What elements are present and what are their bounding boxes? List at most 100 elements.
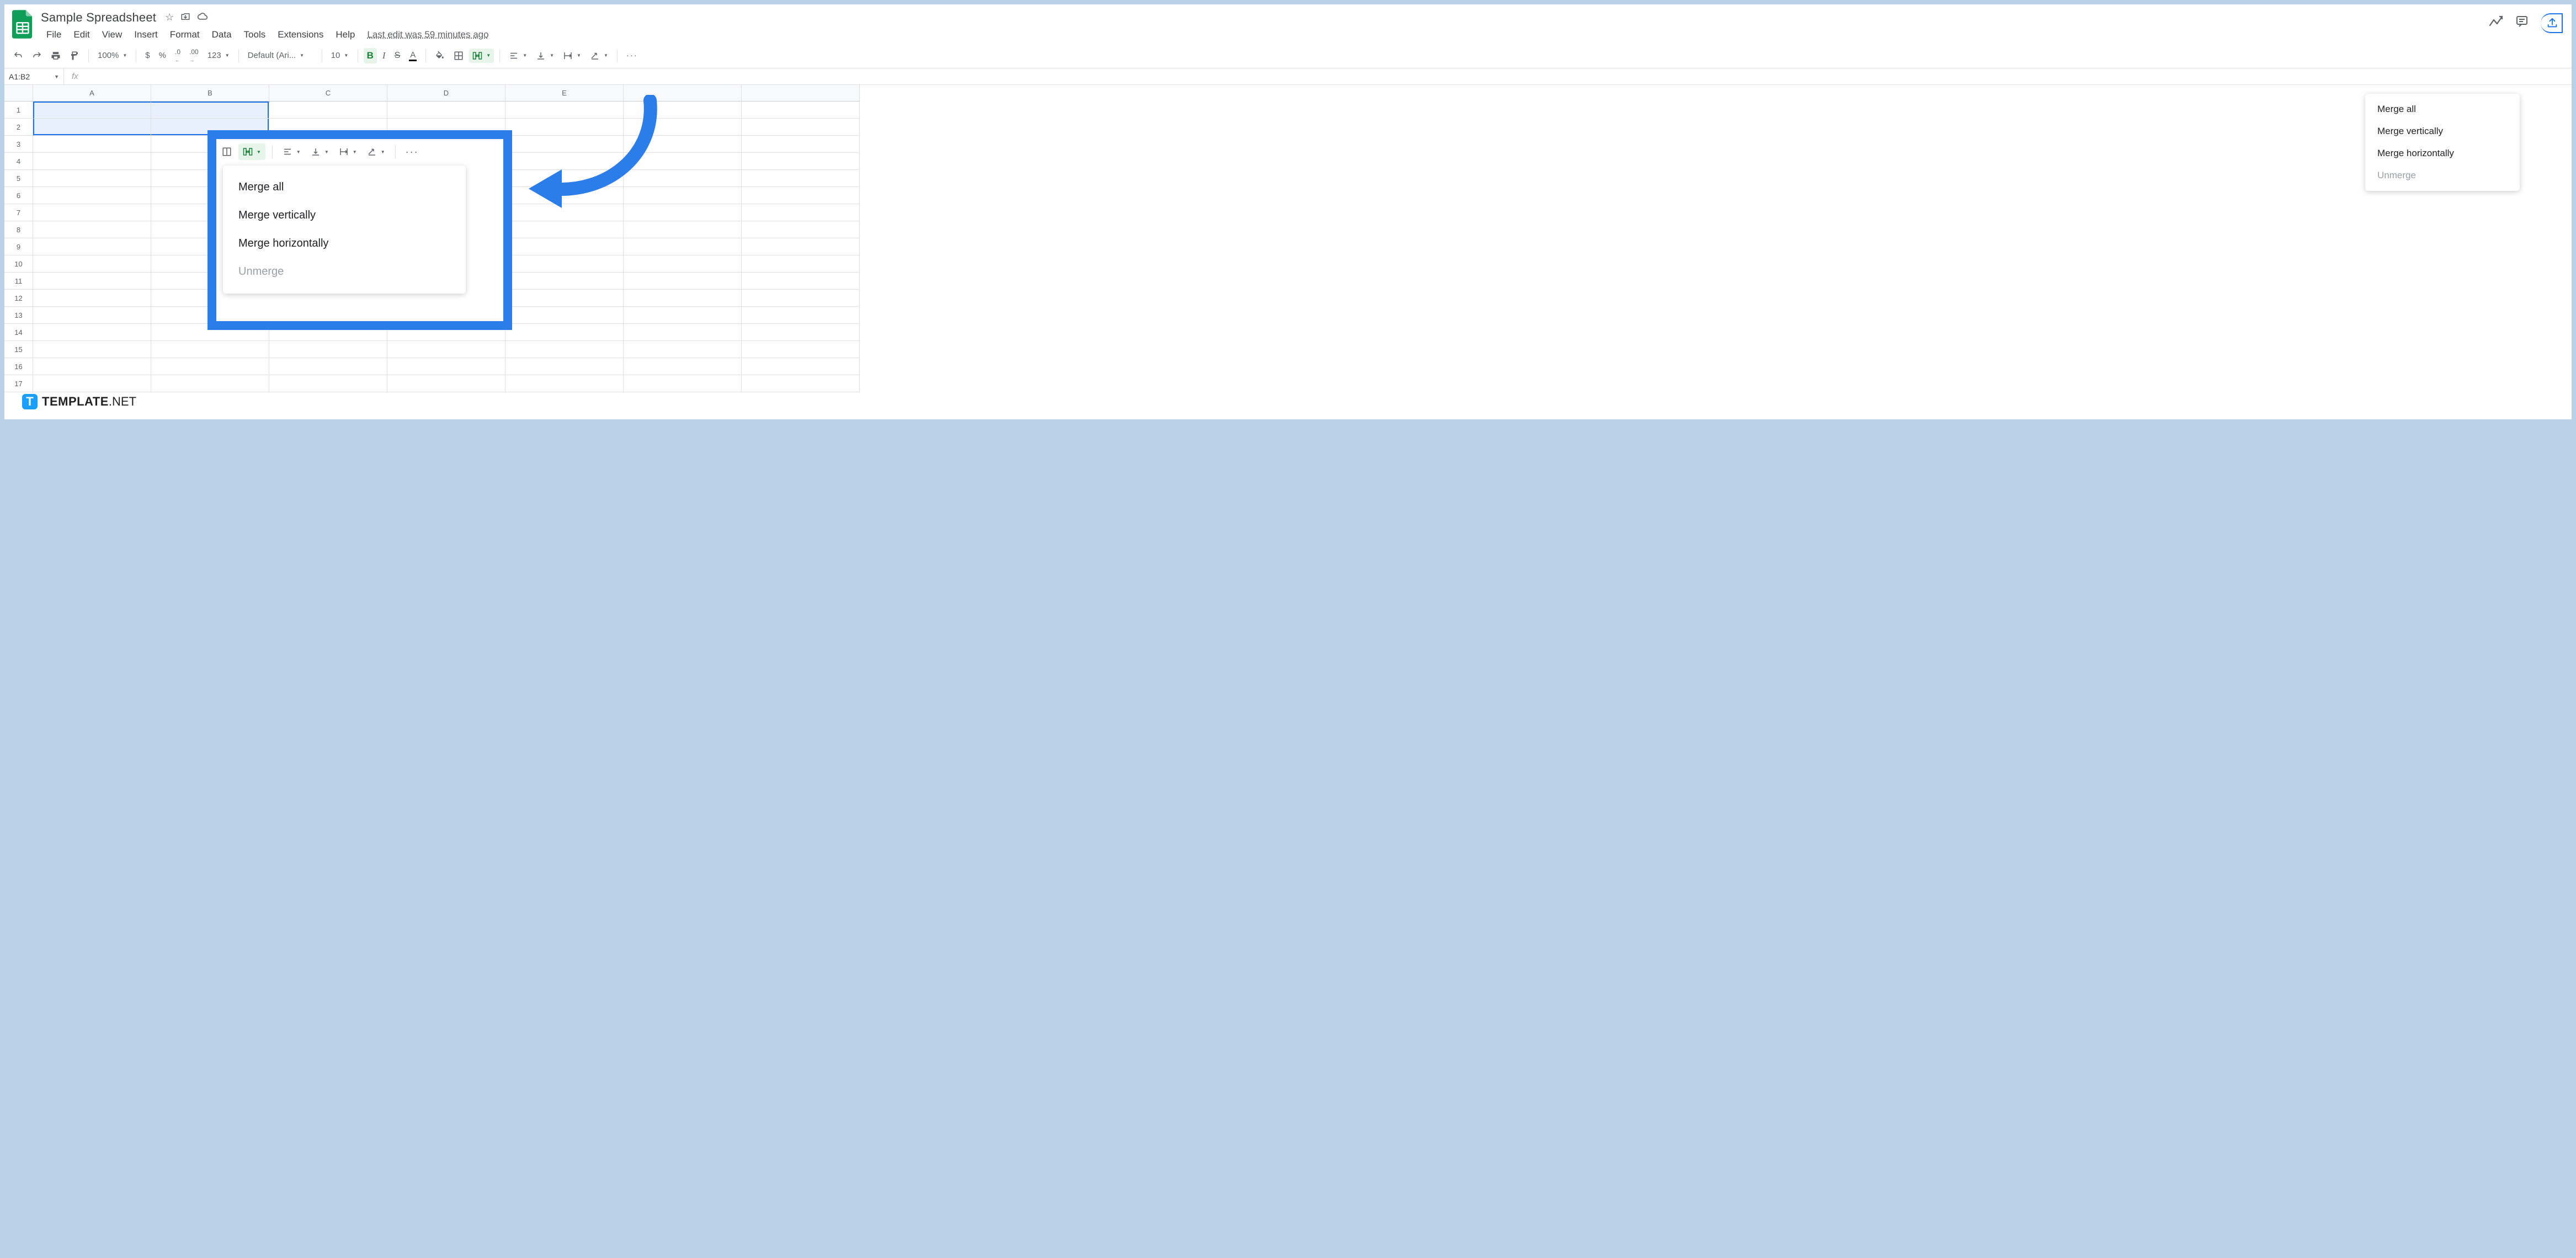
star-icon[interactable]: ☆: [165, 12, 174, 24]
row-header[interactable]: 2: [4, 119, 33, 136]
menu-edit[interactable]: Edit: [68, 27, 95, 42]
merge-horizontally-item[interactable]: Merge horizontally: [2365, 142, 2520, 164]
cell[interactable]: [624, 290, 742, 307]
text-rotation-dropdown[interactable]: [587, 49, 611, 63]
row-header[interactable]: 10: [4, 255, 33, 273]
cell[interactable]: [269, 358, 387, 375]
menu-view[interactable]: View: [97, 27, 128, 42]
cell[interactable]: [387, 375, 505, 392]
cell[interactable]: [33, 375, 151, 392]
percent-button[interactable]: %: [156, 49, 169, 62]
move-icon[interactable]: [180, 12, 190, 24]
cell[interactable]: [742, 170, 860, 187]
row-header[interactable]: 12: [4, 290, 33, 307]
column-header[interactable]: [742, 85, 860, 102]
cell[interactable]: [624, 273, 742, 290]
decrease-decimal-button[interactable]: .0←: [172, 46, 184, 66]
cell[interactable]: [505, 238, 624, 255]
cell[interactable]: [387, 341, 505, 358]
select-all-corner[interactable]: [4, 85, 33, 102]
cell[interactable]: [505, 307, 624, 324]
row-header[interactable]: 8: [4, 221, 33, 238]
text-wrap-dropdown[interactable]: [560, 49, 584, 63]
increase-decimal-button[interactable]: .00→: [186, 46, 202, 66]
row-header[interactable]: 9: [4, 238, 33, 255]
column-header[interactable]: C: [269, 85, 387, 102]
row-header[interactable]: 4: [4, 153, 33, 170]
cell[interactable]: [505, 221, 624, 238]
italic-button[interactable]: I: [379, 48, 389, 63]
cell[interactable]: [624, 341, 742, 358]
row-header[interactable]: 15: [4, 341, 33, 358]
cell[interactable]: [151, 358, 269, 375]
cell[interactable]: [33, 187, 151, 204]
cell[interactable]: [151, 375, 269, 392]
cell[interactable]: [151, 341, 269, 358]
row-header[interactable]: 11: [4, 273, 33, 290]
cell[interactable]: [33, 170, 151, 187]
merge-cells-dropdown[interactable]: [469, 49, 494, 63]
cell[interactable]: [742, 136, 860, 153]
cell[interactable]: [387, 358, 505, 375]
row-header[interactable]: 14: [4, 324, 33, 341]
cell[interactable]: [33, 341, 151, 358]
font-dropdown[interactable]: Default (Ari...: [244, 49, 316, 62]
cell[interactable]: [33, 307, 151, 324]
cell[interactable]: [269, 375, 387, 392]
document-title[interactable]: Sample Spreadsheet: [41, 10, 156, 25]
row-header[interactable]: 6: [4, 187, 33, 204]
cell[interactable]: [624, 255, 742, 273]
more-toolbar-button[interactable]: ···: [623, 49, 641, 62]
bold-button[interactable]: B: [364, 48, 377, 63]
cloud-status-icon[interactable]: [197, 12, 208, 24]
merge-vertically-item[interactable]: Merge vertically: [2365, 120, 2520, 142]
menu-tools[interactable]: Tools: [238, 27, 272, 42]
cell[interactable]: [505, 375, 624, 392]
paint-format-button[interactable]: [66, 49, 83, 63]
cell[interactable]: [505, 358, 624, 375]
cell[interactable]: [624, 358, 742, 375]
horizontal-align-dropdown[interactable]: [505, 49, 530, 63]
row-header[interactable]: 16: [4, 358, 33, 375]
cell[interactable]: [742, 204, 860, 221]
cell[interactable]: [33, 273, 151, 290]
strikethrough-button[interactable]: S: [391, 49, 404, 63]
menu-format[interactable]: Format: [164, 27, 205, 42]
borders-button[interactable]: [450, 49, 467, 63]
cell[interactable]: [624, 307, 742, 324]
cell[interactable]: [33, 255, 151, 273]
cell[interactable]: [387, 102, 505, 119]
cell[interactable]: [624, 238, 742, 255]
cell[interactable]: [269, 341, 387, 358]
undo-button[interactable]: [10, 49, 26, 63]
cell[interactable]: [742, 238, 860, 255]
menu-data[interactable]: Data: [206, 27, 237, 42]
cell[interactable]: [33, 102, 151, 119]
cell[interactable]: [33, 119, 151, 136]
cell[interactable]: [269, 102, 387, 119]
cell[interactable]: [742, 358, 860, 375]
cell[interactable]: [33, 324, 151, 341]
row-header[interactable]: 13: [4, 307, 33, 324]
row-header[interactable]: 3: [4, 136, 33, 153]
menu-file[interactable]: File: [41, 27, 67, 42]
cell[interactable]: [624, 375, 742, 392]
cell[interactable]: [742, 153, 860, 170]
sheets-logo[interactable]: [11, 9, 34, 40]
column-header[interactable]: D: [387, 85, 505, 102]
print-button[interactable]: [47, 49, 64, 63]
cell[interactable]: [33, 221, 151, 238]
cell[interactable]: [742, 221, 860, 238]
cell[interactable]: [742, 375, 860, 392]
cell[interactable]: [33, 358, 151, 375]
row-header[interactable]: 5: [4, 170, 33, 187]
cell[interactable]: [33, 136, 151, 153]
cell[interactable]: [33, 238, 151, 255]
font-size-dropdown[interactable]: 10: [328, 49, 352, 62]
last-edit-link[interactable]: Last edit was 59 minutes ago: [367, 29, 488, 40]
cell[interactable]: [505, 341, 624, 358]
comments-icon[interactable]: [2515, 15, 2529, 31]
menu-extensions[interactable]: Extensions: [272, 27, 329, 42]
share-button[interactable]: [2541, 13, 2563, 33]
zoom-dropdown[interactable]: 100%: [94, 49, 130, 62]
